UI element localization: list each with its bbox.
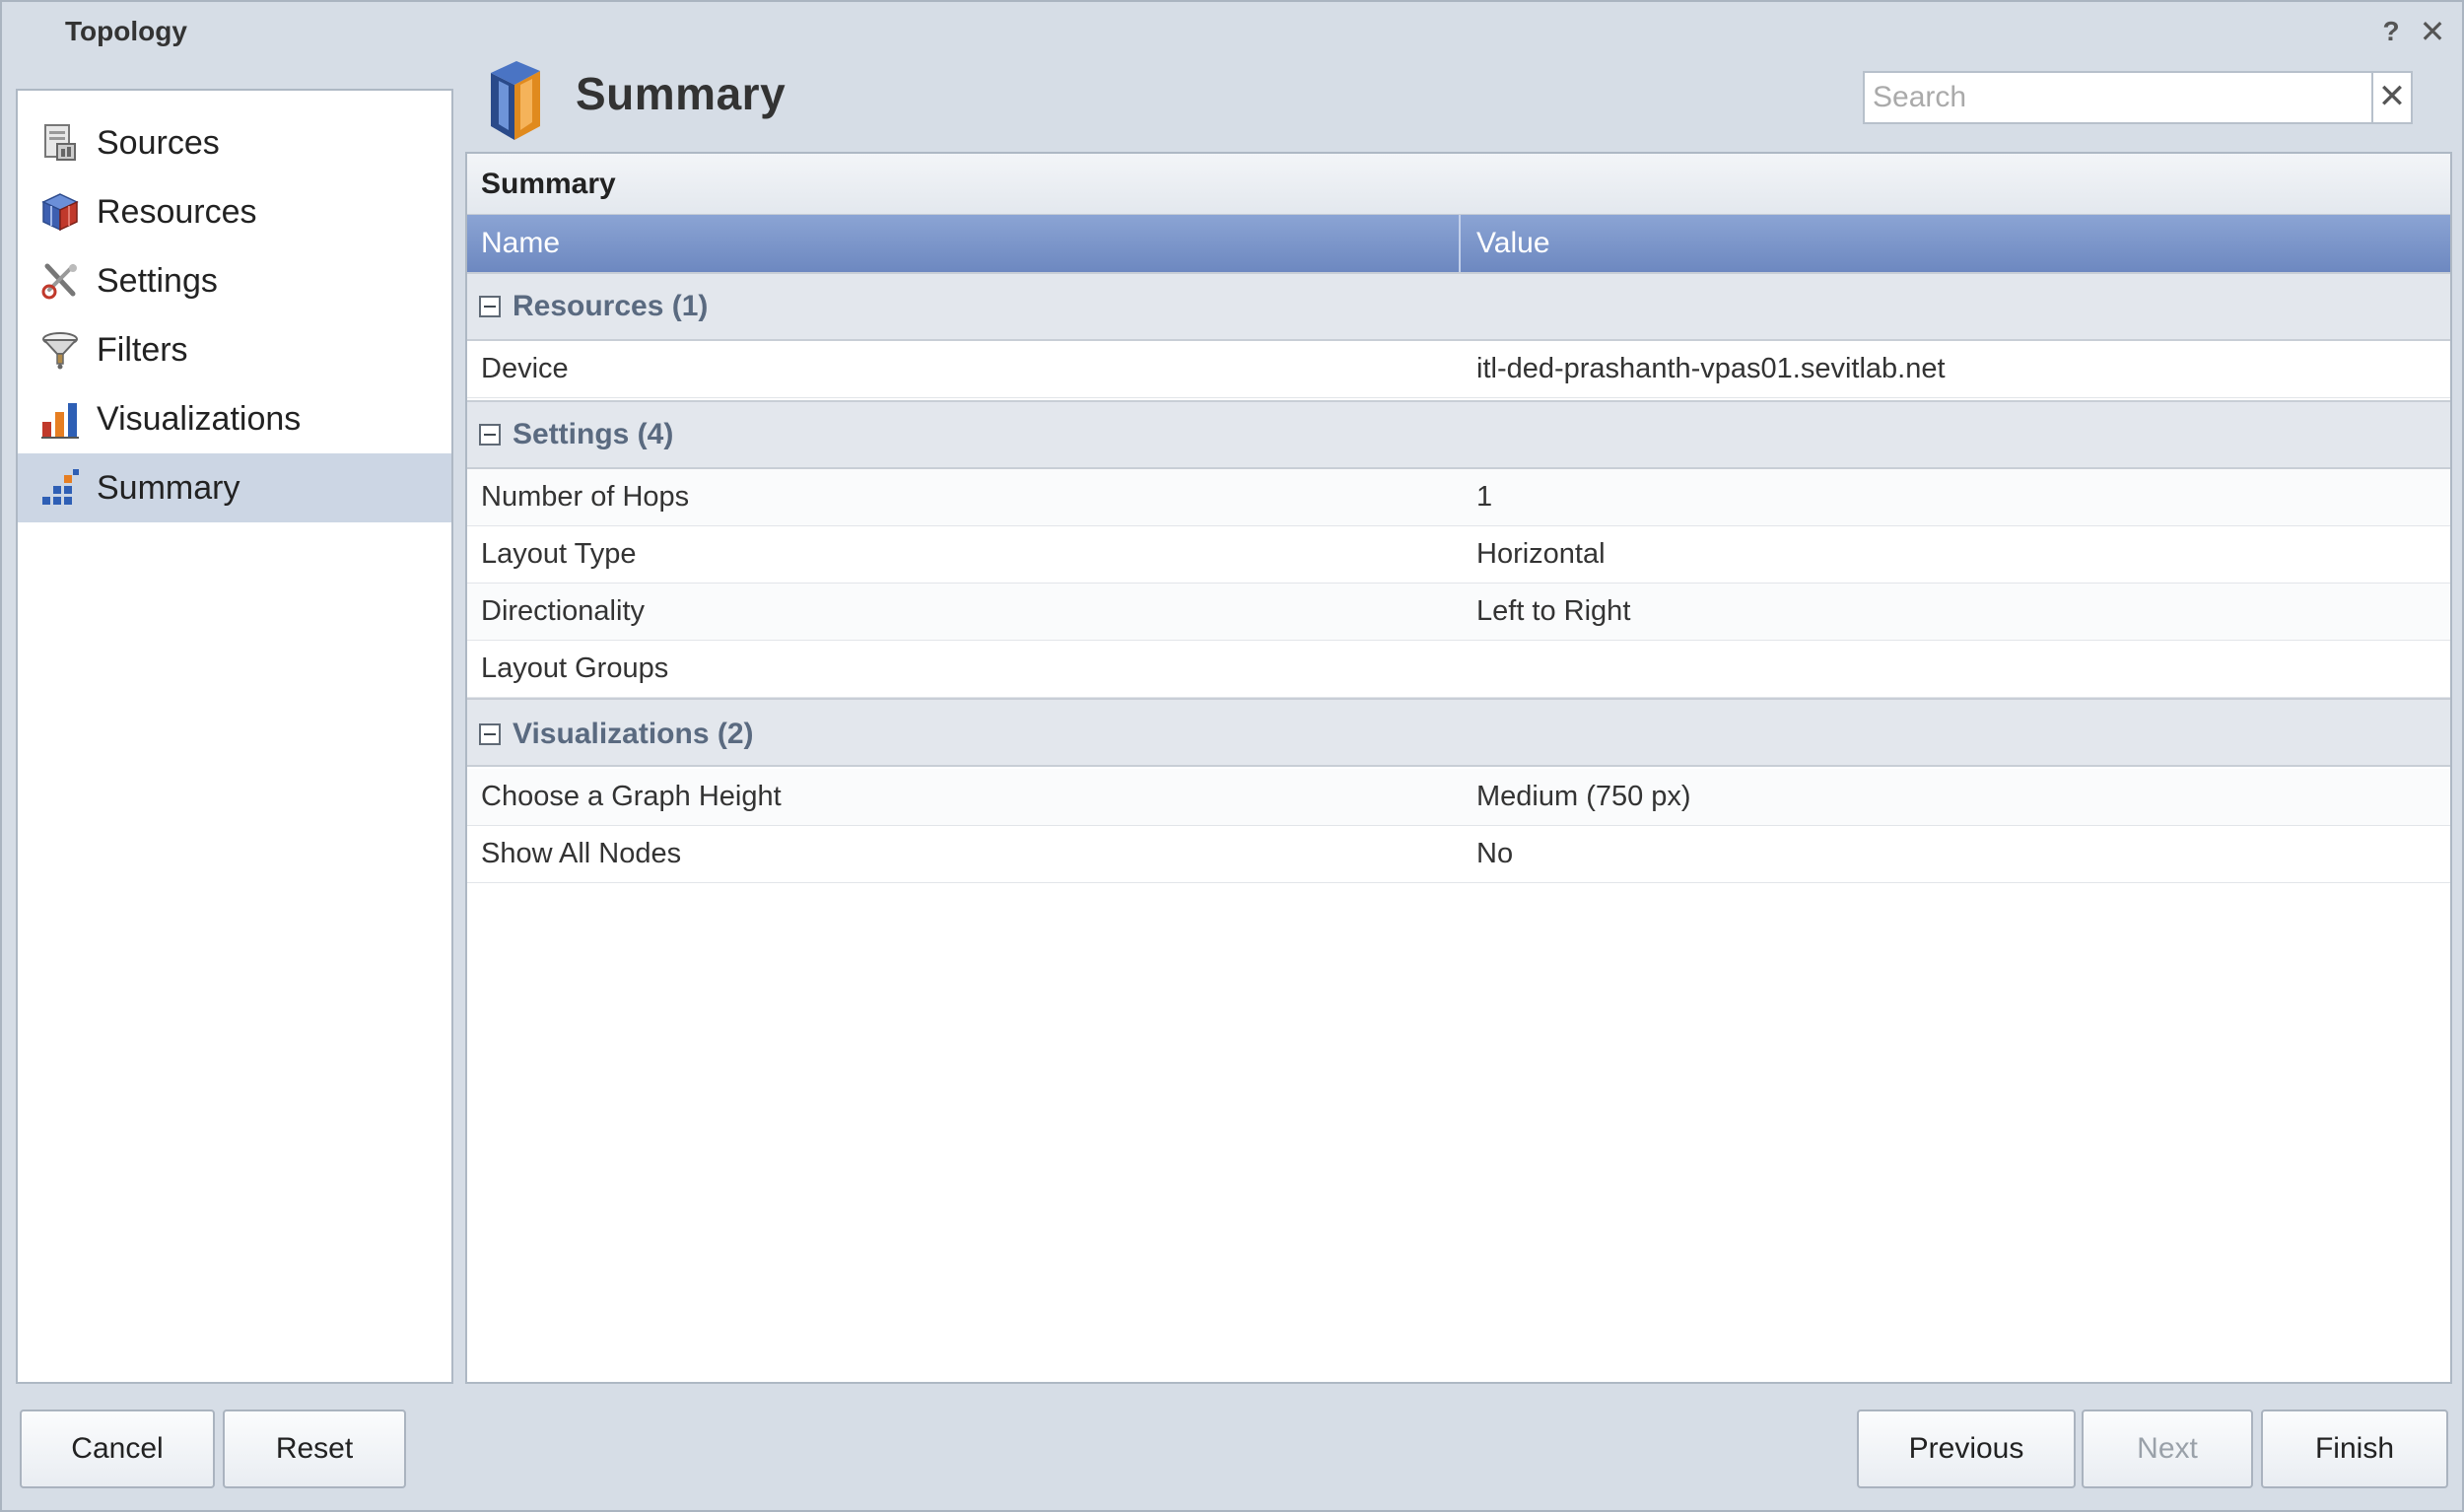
row-value: No bbox=[1476, 838, 1514, 869]
row-name: Layout Groups bbox=[481, 653, 669, 684]
clear-search-icon[interactable]: ✕ bbox=[2371, 73, 2411, 122]
next-button[interactable]: Next bbox=[2082, 1409, 2253, 1488]
column-divider[interactable] bbox=[1459, 215, 1461, 272]
sidebar-item-label: Settings bbox=[97, 261, 218, 300]
row-name: Device bbox=[481, 353, 569, 384]
collapse-icon[interactable] bbox=[479, 723, 501, 745]
table-row[interactable]: Device itl-ded-prashanth-vpas01.sevitlab… bbox=[467, 341, 2450, 398]
collapse-icon[interactable] bbox=[479, 424, 501, 446]
close-icon[interactable]: ✕ bbox=[2415, 14, 2450, 49]
summary-icon bbox=[42, 469, 79, 505]
finish-button[interactable]: Finish bbox=[2261, 1409, 2448, 1488]
summary-header-icon bbox=[491, 61, 540, 140]
panel-heading: Summary bbox=[481, 168, 616, 200]
sidebar-item-settings[interactable]: Settings bbox=[18, 246, 451, 315]
row-value: itl-ded-prashanth-vpas01.sevitlab.net bbox=[1476, 353, 1946, 384]
sidebar-item-label: Sources bbox=[97, 123, 220, 162]
visualizations-icon bbox=[41, 403, 79, 439]
sidebar-item-filters[interactable]: Filters bbox=[18, 315, 451, 384]
sidebar-item-sources[interactable]: Sources bbox=[18, 108, 451, 177]
collapse-icon[interactable] bbox=[479, 296, 501, 317]
column-header-row: Name Value bbox=[467, 215, 2450, 272]
sidebar-item-summary[interactable]: Summary bbox=[18, 453, 451, 522]
column-header-name[interactable]: Name bbox=[481, 227, 560, 260]
sidebar-item-resources[interactable]: Resources bbox=[18, 177, 451, 246]
page-title: Summary bbox=[576, 68, 787, 119]
row-name: Choose a Graph Height bbox=[481, 781, 782, 812]
row-name: Layout Type bbox=[481, 538, 637, 570]
group-resources: Resources (1) bbox=[467, 272, 2450, 341]
table-row[interactable]: Layout Groups bbox=[467, 641, 2450, 698]
row-name: Directionality bbox=[481, 595, 645, 627]
sidebar-item-label: Resources bbox=[97, 192, 257, 231]
group-title: Visualizations (2) bbox=[513, 718, 754, 750]
search-box: ✕ bbox=[1863, 71, 2413, 124]
filters-icon bbox=[41, 332, 79, 370]
sources-icon bbox=[44, 124, 76, 161]
row-name: Number of Hops bbox=[481, 481, 690, 513]
sidebar-item-visualizations[interactable]: Visualizations bbox=[18, 384, 451, 453]
group-title: Resources (1) bbox=[513, 290, 709, 322]
table-row[interactable]: Layout Type Horizontal bbox=[467, 526, 2450, 584]
dialog-title: Topology bbox=[65, 16, 187, 46]
help-icon[interactable]: ? bbox=[2373, 14, 2409, 49]
title-bar: Topology ? ✕ bbox=[2, 2, 2462, 65]
summary-panel: Summary Name Value Resources (1) Device … bbox=[465, 152, 2452, 1384]
resources-icon bbox=[41, 193, 79, 232]
row-value: Medium (750 px) bbox=[1476, 781, 1691, 812]
sidebar: Sources Resources Settings Filters Visua… bbox=[16, 89, 453, 1384]
reset-button[interactable]: Reset bbox=[223, 1409, 406, 1488]
group-title: Settings (4) bbox=[513, 418, 674, 450]
cancel-button[interactable]: Cancel bbox=[20, 1409, 215, 1488]
row-value: 1 bbox=[1476, 481, 1493, 513]
group-visualizations: Visualizations (2) bbox=[467, 698, 2450, 767]
table-row[interactable]: Choose a Graph Height Medium (750 px) bbox=[467, 769, 2450, 826]
table-row[interactable]: Number of Hops 1 bbox=[467, 469, 2450, 526]
settings-icon bbox=[41, 263, 77, 300]
sidebar-item-label: Visualizations bbox=[97, 399, 302, 438]
sidebar-item-label: Filters bbox=[97, 330, 188, 369]
table-row[interactable]: Show All Nodes No bbox=[467, 826, 2450, 883]
search-input[interactable] bbox=[1865, 73, 2371, 122]
sidebar-item-label: Summary bbox=[97, 468, 240, 507]
previous-button[interactable]: Previous bbox=[1857, 1409, 2076, 1488]
row-value: Horizontal bbox=[1476, 538, 1606, 570]
row-name: Show All Nodes bbox=[481, 838, 682, 869]
column-header-value[interactable]: Value bbox=[1476, 227, 1550, 260]
row-value: Left to Right bbox=[1476, 595, 1631, 627]
table-row[interactable]: Directionality Left to Right bbox=[467, 584, 2450, 641]
topology-dialog: Topology ? ✕ Sources Resources Settings … bbox=[0, 0, 2464, 1512]
group-settings: Settings (4) bbox=[467, 400, 2450, 469]
panel-header: Summary bbox=[467, 154, 2450, 215]
